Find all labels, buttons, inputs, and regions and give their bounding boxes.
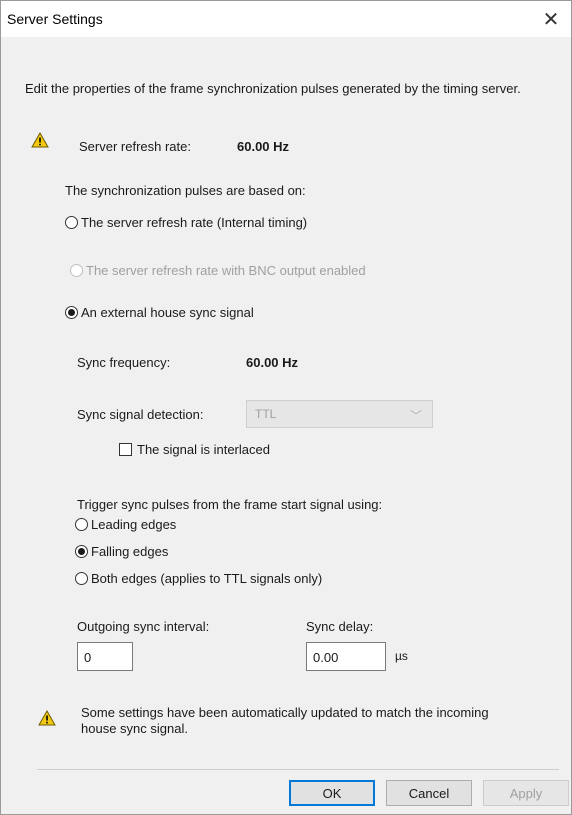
server-settings-dialog: Server Settings ✕ Edit the properties of…: [0, 0, 572, 815]
warning-icon: [38, 710, 56, 726]
radio-button[interactable]: [65, 216, 78, 229]
sync-delay-label: Sync delay:: [306, 619, 374, 634]
cancel-button[interactable]: Cancel: [386, 780, 472, 806]
radio-label: An external house sync signal: [81, 305, 254, 320]
sync-delay-unit: µs: [395, 649, 408, 663]
ok-button[interactable]: OK: [289, 780, 375, 806]
title-bar: Server Settings ✕: [1, 1, 571, 37]
interlaced-label: The signal is interlaced: [137, 442, 270, 457]
radio-label: Both edges (applies to TTL signals only): [91, 571, 323, 586]
radio-bnc-output: The server refresh rate with BNC output …: [70, 263, 366, 278]
radio-external-house-sync[interactable]: An external house sync signal: [65, 305, 254, 320]
footer-divider: [37, 769, 559, 770]
radio-both-edges[interactable]: Both edges (applies to TTL signals only): [75, 571, 322, 586]
description-text: Edit the properties of the frame synchro…: [25, 81, 521, 96]
radio-button[interactable]: [75, 545, 88, 558]
radio-label: The server refresh rate with BNC output …: [86, 263, 366, 278]
radio-button: [70, 264, 83, 277]
close-button[interactable]: ✕: [531, 1, 571, 37]
sync-frequency-label: Sync frequency:: [77, 355, 171, 370]
refresh-rate-label: Server refresh rate:: [79, 139, 191, 154]
apply-button: Apply: [483, 780, 569, 806]
sync-detection-label: Sync signal detection:: [77, 407, 204, 422]
radio-leading-edges[interactable]: Leading edges: [75, 517, 176, 532]
radio-button[interactable]: [75, 572, 88, 585]
radio-button[interactable]: [75, 518, 88, 531]
radio-button[interactable]: [65, 306, 78, 319]
input-value: 0: [84, 650, 92, 665]
sync-delay-input[interactable]: 0.00: [306, 642, 386, 671]
refresh-rate-value: 60.00 Hz: [237, 139, 290, 154]
radio-label: Leading edges: [91, 517, 177, 532]
interlaced-checkbox[interactable]: [119, 443, 132, 456]
interlaced-checkbox-row[interactable]: The signal is interlaced: [119, 442, 270, 457]
auto-update-notice: Some settings have been automatically up…: [81, 705, 489, 736]
warning-icon: [31, 132, 49, 148]
trigger-label: Trigger sync pulses from the frame start…: [77, 497, 383, 512]
radio-internal-timing[interactable]: The server refresh rate (Internal timing…: [65, 215, 307, 230]
close-icon: ✕: [542, 8, 560, 31]
sync-detection-select: TTL ﹀: [246, 400, 433, 428]
chevron-down-icon: ﹀: [409, 409, 422, 423]
sync-frequency-value: 60.00 Hz: [246, 355, 299, 370]
radio-label: The server refresh rate (Internal timing…: [81, 215, 308, 230]
radio-falling-edges[interactable]: Falling edges: [75, 544, 168, 559]
radio-label: Falling edges: [91, 544, 169, 559]
outgoing-interval-input[interactable]: 0: [77, 642, 133, 671]
pulses-based-on-label: The synchronization pulses are based on:: [65, 183, 306, 198]
select-value: TTL: [255, 407, 277, 421]
input-value: 0.00: [313, 650, 339, 665]
dialog-title: Server Settings: [7, 11, 103, 27]
outgoing-interval-label: Outgoing sync interval:: [77, 619, 210, 634]
